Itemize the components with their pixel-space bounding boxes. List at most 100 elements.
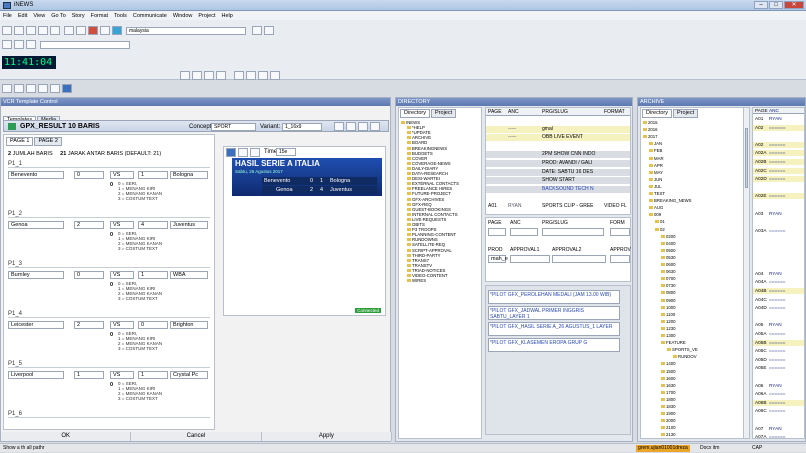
gfx-item[interactable]: *PILOT GFX_JADWAL PRIMER INGGRIS SABTU_L… [488,306,620,320]
archive-folder-item[interactable]: 1830 [661,404,676,409]
archive-folder-item[interactable]: 0400 [661,241,676,246]
vs-field[interactable]: VS [110,371,134,379]
archive-folder-item[interactable]: SPORTS_VE [667,347,698,352]
cut-icon[interactable] [2,40,12,49]
archive-tree-scrollbar[interactable] [743,108,749,438]
new-icon[interactable] [2,26,12,35]
archive-folder-item[interactable]: 0630 [661,269,676,274]
archive-row[interactable]: A05A ====== [753,331,804,337]
save-template-icon[interactable] [334,122,344,131]
gfx-item[interactable]: *PILOT GFX_KLASEMEN EROPA GRUP G [488,338,620,352]
archive-row[interactable] [753,184,804,191]
archive-row[interactable]: A03A ====== [753,227,804,234]
archive-row[interactable] [753,417,804,423]
archive-row[interactable]: A02B ====== [753,159,804,165]
archive-row[interactable] [753,313,804,320]
maximize-icon[interactable]: □ [769,1,783,9]
archive-row[interactable]: A05D ====== [753,356,804,363]
archive-row[interactable]: A02A ====== [753,150,804,157]
archive-folder-item[interactable]: APR [649,163,663,168]
form-field[interactable] [542,228,604,236]
archive-folder-item[interactable]: 1700 [661,390,676,395]
rundown-row[interactable]: 2PM SHOW CNN INDO [486,151,630,159]
minimize-icon[interactable]: – [754,1,768,9]
archive-row[interactable]: A01 RYAN [753,116,804,122]
vs-field[interactable]: VS [110,171,134,179]
home-team-field[interactable]: Liverpool [8,371,64,379]
archive-row[interactable]: A05 RYAN [753,322,804,329]
archive-folder-item[interactable]: MAY [649,170,663,175]
archive-row[interactable]: A04 RYAN [753,270,804,277]
archive-row[interactable]: A05E ====== [753,365,804,372]
view-icon-3[interactable] [26,84,36,93]
archive-folder-item[interactable]: BREAKING_NEWS [649,198,692,203]
rundown-row[interactable] [486,194,630,202]
archive-row[interactable] [753,133,804,140]
archive-folder-item[interactable]: 1400 [661,361,676,366]
gfx-item[interactable]: *PILOT GFX_HASIL SERIE A_26 AGUSTUS_1 LA… [488,322,620,336]
play-icon[interactable] [226,148,236,157]
away-team-field[interactable]: WBA [170,271,208,279]
mail-icon[interactable] [100,26,110,35]
archive-folder-item[interactable]: 2017 [643,134,658,139]
archive-folder-item[interactable]: 1800 [661,397,676,402]
vs-field[interactable]: VS [110,271,134,279]
home-score-field[interactable]: 0 [74,171,104,179]
tab-page-1[interactable]: PAGE 1 [6,137,34,146]
outdent-icon[interactable] [270,71,280,80]
form-field[interactable] [488,228,506,236]
bold-icon[interactable] [192,71,202,80]
away-score-field[interactable]: 0 [138,321,168,329]
rundown-row[interactable]: A01 RYAN SPORTS CLIP - GREE VIDEO FL [486,203,630,210]
archive-folder-item[interactable]: 2016 [643,127,658,132]
stop-icon[interactable] [88,26,98,35]
archive-folder-item[interactable]: AUG [649,205,663,210]
archive-folder-item[interactable]: 2100 [661,425,676,430]
menu-item[interactable]: Story [72,13,85,19]
home-score-field[interactable]: 2 [74,321,104,329]
server-combo[interactable]: malaysia [126,27,246,35]
binoculars-icon[interactable] [264,26,274,35]
save-icon[interactable] [26,26,36,35]
archive-row[interactable]: A02C ====== [753,167,804,174]
away-team-field[interactable]: Crystal Pc [170,371,208,379]
vs-field[interactable]: VS [110,321,134,329]
form-field[interactable] [510,228,538,236]
away-team-field[interactable]: Brighton [170,321,208,329]
archive-row[interactable]: A07 RYAN [753,425,804,432]
archive-row[interactable]: A06B ====== [753,399,804,406]
archive-row[interactable]: A06A ====== [753,391,804,398]
result-flag[interactable]: 0 [108,182,116,190]
archive-row[interactable]: A06C ====== [753,408,804,415]
rundown-row[interactable]: ----- gmal [486,125,630,133]
vs-field[interactable]: VS [110,221,134,229]
rundown-column-header[interactable]: PRG/SLUG [542,108,568,116]
rundown-row[interactable] [486,142,630,150]
underline-icon[interactable] [216,71,226,80]
home-team-field[interactable]: Burnley [8,271,64,279]
menu-item[interactable]: Help [222,13,233,19]
prod-field[interactable]: mah_e [488,255,508,263]
archive-folder-item[interactable]: 009 [649,212,661,217]
archive-folder-item[interactable]: 2015 [643,120,658,125]
italic-icon[interactable] [204,71,214,80]
open-icon[interactable] [14,26,24,35]
view-icon-2[interactable] [14,84,24,93]
archive-folder-item[interactable]: JUL [649,184,662,189]
gfx-item[interactable]: *PILOT GFX_PEROLEHAN MEDALI (JAM 13.00 W… [488,290,620,304]
form-field[interactable] [610,228,630,236]
archive-row[interactable]: A05B ====== [753,339,804,346]
view-icon-4[interactable] [38,84,48,93]
archive-folder-item[interactable]: 0900 [661,298,676,303]
redo-icon[interactable] [26,40,36,49]
next-icon[interactable] [250,148,260,157]
archive-folder-item[interactable]: 0500 [661,248,676,253]
rundown-row[interactable]: DATE: SABTU 16 DES [486,168,630,176]
archive-row[interactable]: A05C ====== [753,348,804,355]
print-icon[interactable] [38,26,48,35]
archive-row[interactable] [753,262,804,269]
rundown-column-header[interactable]: FORMAT [604,108,625,116]
menu-item[interactable]: File [3,13,12,19]
archive-row[interactable]: A04A ====== [753,279,804,286]
archive-row[interactable]: A06 RYAN [753,382,804,389]
